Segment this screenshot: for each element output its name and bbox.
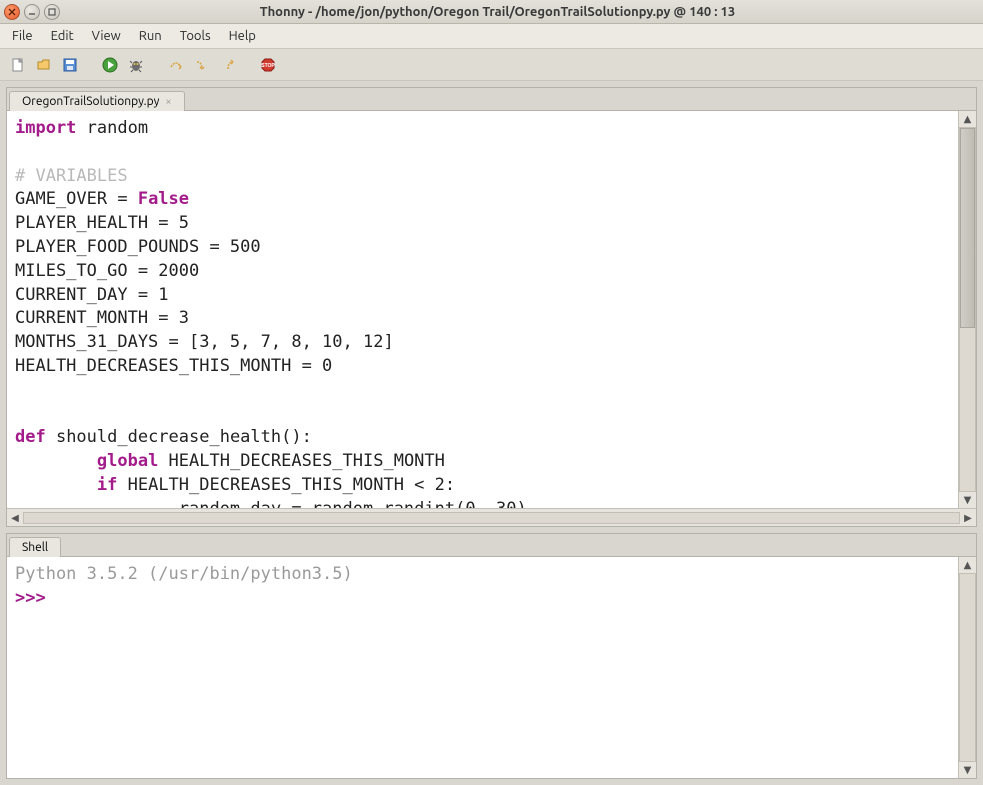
new-file-icon[interactable]	[8, 55, 28, 75]
debug-icon[interactable]	[126, 55, 146, 75]
menubar: File Edit View Run Tools Help	[0, 24, 983, 49]
shell-prompt: >>>	[15, 588, 46, 608]
stop-icon[interactable]: STOP	[258, 55, 278, 75]
window-buttons	[4, 4, 60, 20]
titlebar: Thonny - /home/jon/python/Oregon Trail/O…	[0, 0, 983, 24]
scroll-up-icon[interactable]: ▲	[959, 111, 976, 127]
scroll-down-icon[interactable]: ▼	[959, 492, 976, 508]
vertical-scrollbar[interactable]: ▲ ▼	[958, 111, 976, 508]
step-into-icon[interactable]	[192, 55, 212, 75]
shell-panel: Shell Python 3.5.2 (/usr/bin/python3.5) …	[6, 533, 977, 779]
workspace: OregonTrailSolutionpy.py × import random…	[0, 81, 983, 785]
scroll-down-icon[interactable]: ▼	[959, 762, 976, 778]
svg-text:STOP: STOP	[261, 63, 275, 69]
menu-help[interactable]: Help	[221, 26, 264, 46]
menu-edit[interactable]: Edit	[43, 26, 82, 46]
menu-file[interactable]: File	[4, 26, 41, 46]
shell-tabs: Shell	[7, 534, 976, 557]
save-file-icon[interactable]	[60, 55, 80, 75]
horizontal-scrollbar[interactable]: ◀ ▶	[7, 508, 976, 526]
code-editor[interactable]: import random # VARIABLES GAME_OVER = Fa…	[7, 111, 958, 508]
shell-output[interactable]: Python 3.5.2 (/usr/bin/python3.5) >>>	[7, 557, 958, 778]
vertical-scrollbar[interactable]: ▲ ▼	[958, 557, 976, 778]
menu-view[interactable]: View	[84, 26, 129, 46]
open-file-icon[interactable]	[34, 55, 54, 75]
close-icon[interactable]: ×	[165, 96, 171, 108]
window-title: Thonny - /home/jon/python/Oregon Trail/O…	[70, 5, 925, 19]
menu-tools[interactable]: Tools	[172, 26, 219, 46]
run-icon[interactable]	[100, 55, 120, 75]
scroll-thumb[interactable]	[960, 128, 975, 328]
menu-run[interactable]: Run	[131, 26, 170, 46]
tab-label: Shell	[22, 541, 48, 554]
scroll-right-icon[interactable]: ▶	[960, 510, 976, 526]
editor-tabs: OregonTrailSolutionpy.py ×	[7, 88, 976, 111]
shell-banner: Python 3.5.2 (/usr/bin/python3.5)	[15, 564, 353, 584]
tab-label: OregonTrailSolutionpy.py	[22, 95, 159, 108]
scroll-up-icon[interactable]: ▲	[959, 557, 976, 573]
step-over-icon[interactable]	[166, 55, 186, 75]
step-out-icon[interactable]	[218, 55, 238, 75]
minimize-icon[interactable]	[24, 4, 40, 20]
toolbar: STOP	[0, 49, 983, 81]
close-icon[interactable]	[4, 4, 20, 20]
maximize-icon[interactable]	[44, 4, 60, 20]
editor-panel: OregonTrailSolutionpy.py × import random…	[6, 87, 977, 527]
tab-shell[interactable]: Shell	[9, 537, 61, 557]
scroll-left-icon[interactable]: ◀	[7, 510, 23, 526]
tab-oregontrail[interactable]: OregonTrailSolutionpy.py ×	[9, 91, 185, 111]
